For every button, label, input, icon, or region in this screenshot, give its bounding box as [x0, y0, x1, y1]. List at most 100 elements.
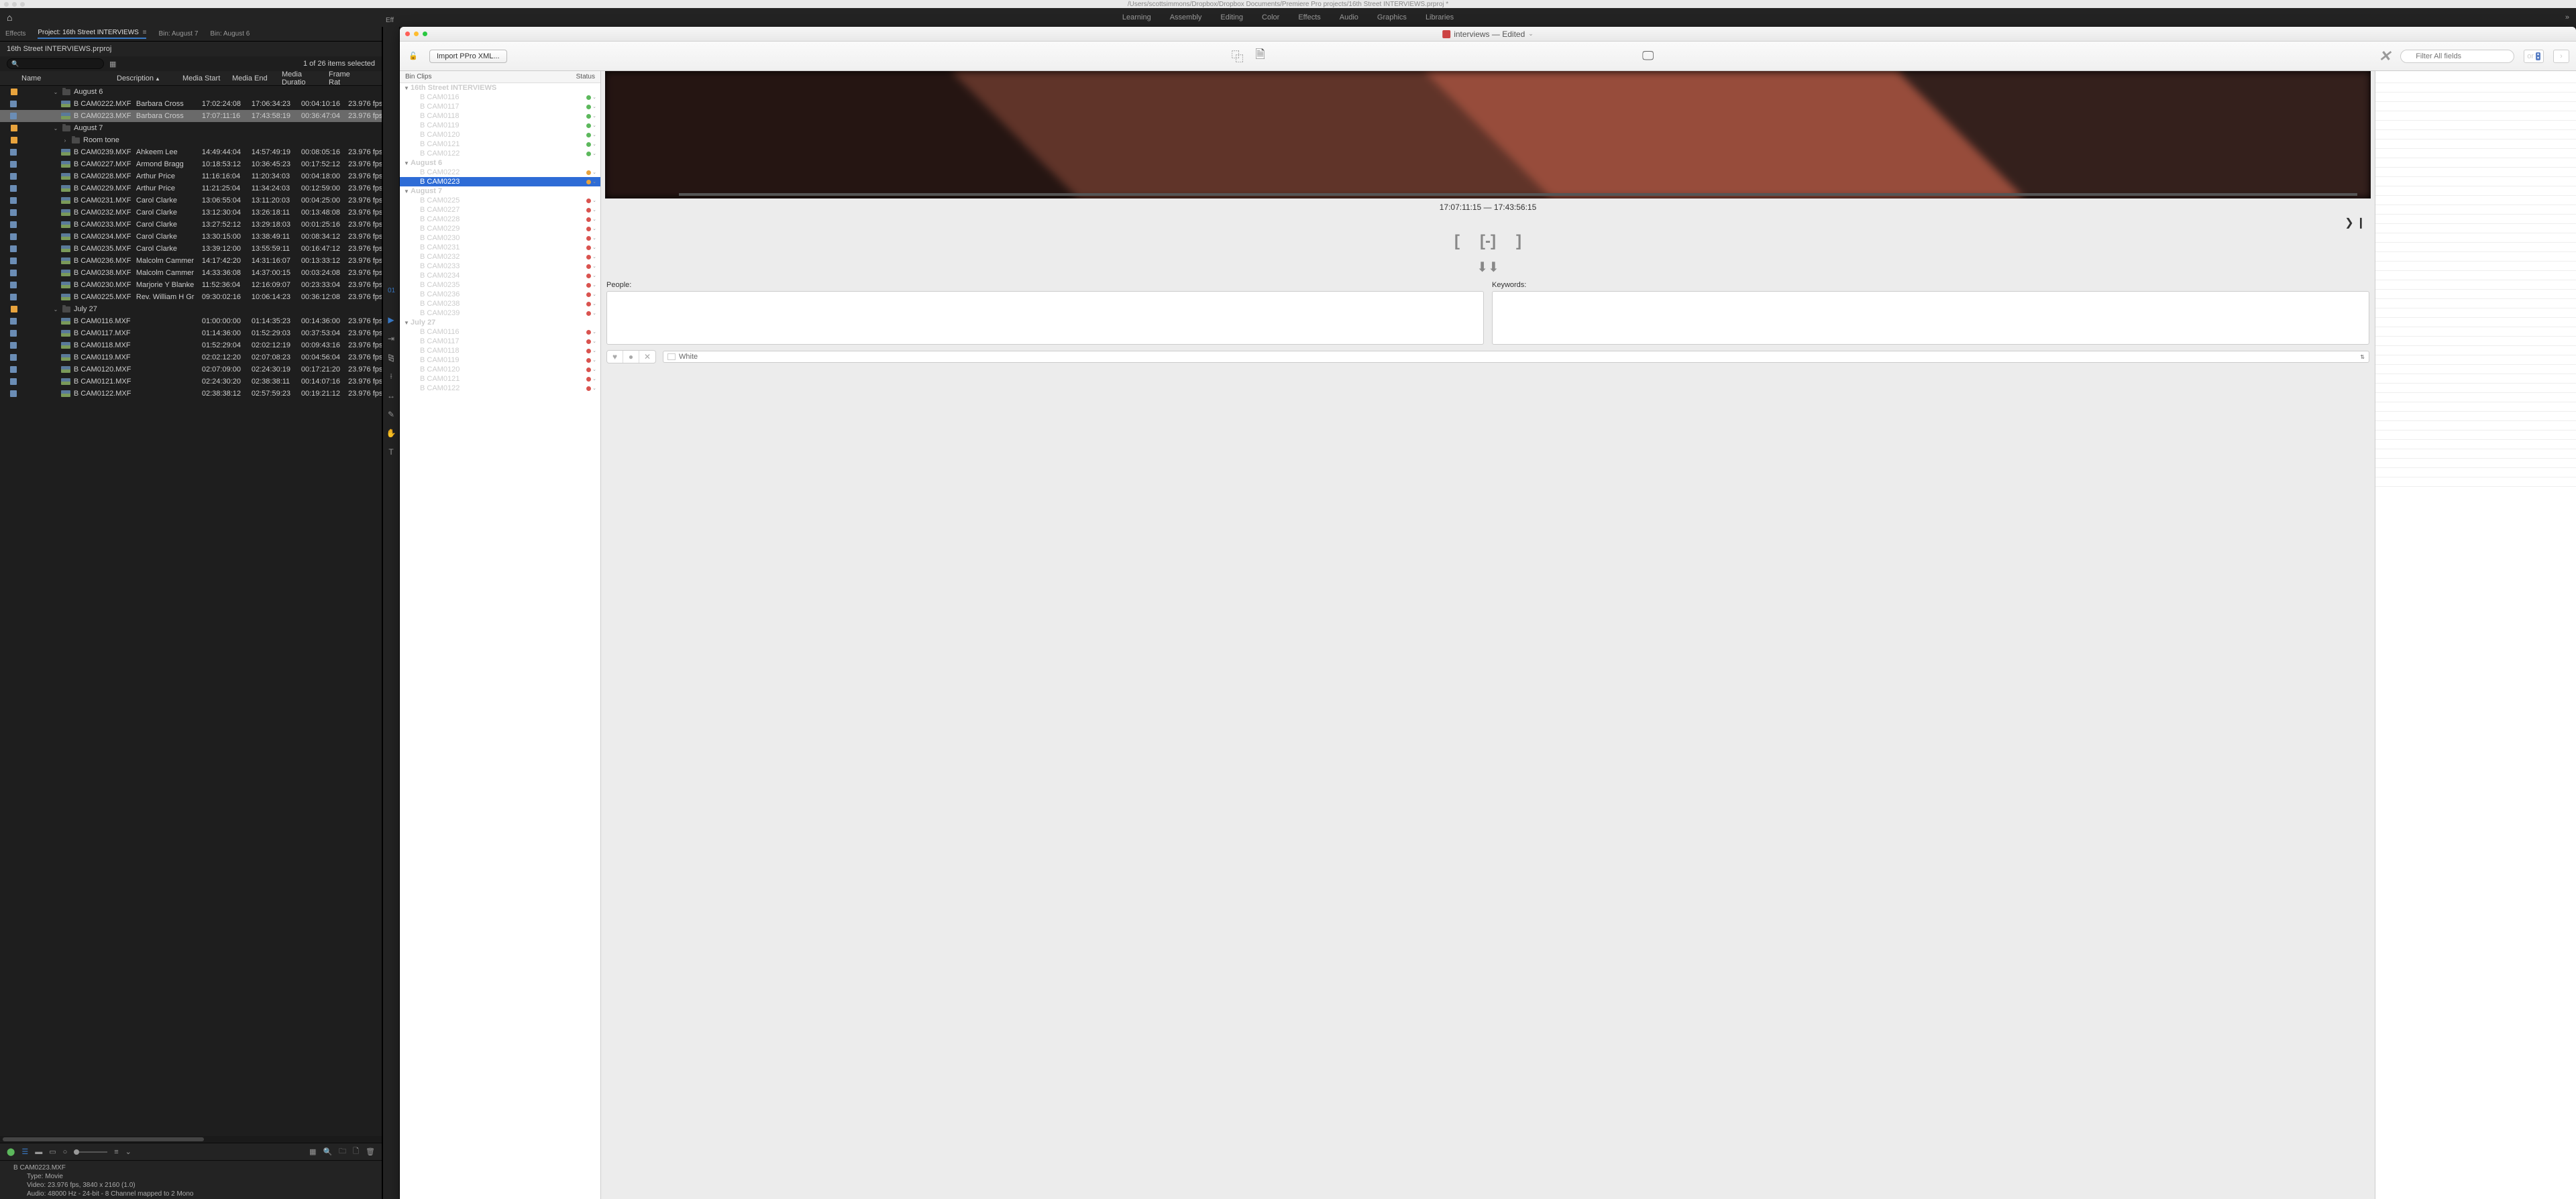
tree-clip[interactable]: B CAM0229⌄ [400, 224, 600, 233]
clip-row[interactable]: B CAM0235.MXF Carol Clarke 13:39:12:00 1… [0, 243, 382, 255]
note-line[interactable] [2375, 318, 2576, 327]
note-line[interactable] [2375, 271, 2576, 280]
tree-clip[interactable]: B CAM0118⌄ [400, 111, 600, 121]
clip-row[interactable]: B CAM0118.MXF 01:52:29:04 02:02:12:19 00… [0, 339, 382, 351]
note-line[interactable] [2375, 384, 2576, 393]
track-select-tool-icon[interactable]: ⇥ [388, 334, 394, 343]
tree-clip[interactable]: B CAM0116⌄ [400, 93, 600, 102]
note-line[interactable] [2375, 299, 2576, 308]
filter-input[interactable] [2400, 50, 2514, 63]
note-line[interactable] [2375, 374, 2576, 384]
new-item-icon[interactable]: 🗋 [353, 1145, 359, 1158]
tree-clip[interactable]: B CAM0238⌄ [400, 299, 600, 308]
note-line[interactable] [2375, 83, 2576, 93]
note-line[interactable] [2375, 158, 2576, 168]
clip-row[interactable]: B CAM0231.MXF Carol Clarke 13:06:55:04 1… [0, 194, 382, 207]
document-icon[interactable]: 🗎 [1252, 48, 1269, 65]
tree-clip[interactable]: B CAM0230⌄ [400, 233, 600, 243]
selection-tool-icon[interactable]: ▶ [388, 315, 394, 325]
tab-bin-aug7[interactable]: Bin: August 7 [158, 30, 198, 38]
list-view-icon[interactable]: ☰ [21, 1147, 28, 1156]
note-line[interactable] [2375, 102, 2576, 111]
tab-menu-icon[interactable]: ≡ [141, 29, 147, 36]
close-icon[interactable] [405, 32, 410, 36]
note-line[interactable] [2375, 431, 2576, 440]
zoom-out-icon[interactable]: ○ [63, 1148, 68, 1156]
clip-row[interactable]: B CAM0233.MXF Carol Clarke 13:27:52:12 1… [0, 219, 382, 231]
home-icon[interactable]: ⌂ [7, 12, 12, 23]
note-line[interactable] [2375, 337, 2576, 346]
clip-row[interactable]: B CAM0225.MXF Rev. William H Gr 09:30:02… [0, 291, 382, 303]
note-line[interactable] [2375, 215, 2576, 224]
import-xml-button[interactable]: Import PPro XML... [429, 50, 507, 63]
note-line[interactable] [2375, 365, 2576, 374]
notes-panel[interactable] [2375, 71, 2576, 1199]
tree-clip[interactable]: B CAM0222⌄ [400, 168, 600, 177]
note-line[interactable] [2375, 186, 2576, 196]
clip-row[interactable]: B CAM0232.MXF Carol Clarke 13:12:30:04 1… [0, 207, 382, 219]
scrub-bar[interactable] [679, 193, 2357, 196]
tree-clip[interactable]: B CAM0233⌄ [400, 262, 600, 271]
folder-row[interactable]: ⌄August 6 [0, 86, 382, 98]
col-media-end[interactable]: Media End [228, 74, 278, 82]
clip-row[interactable]: B CAM0122.MXF 02:38:38:12 02:57:59:23 00… [0, 388, 382, 400]
freeform-view-icon[interactable]: ▭ [49, 1147, 56, 1156]
trash-icon[interactable]: 🗑 [366, 1147, 375, 1156]
close-icon[interactable] [4, 2, 9, 7]
clip-row[interactable]: B CAM0239.MXF Ahkeem Lee 14:49:44:04 14:… [0, 146, 382, 158]
clip-row[interactable]: B CAM0120.MXF 02:07:09:00 02:24:30:19 00… [0, 363, 382, 376]
color-label-select[interactable]: White ⇅ [663, 351, 2369, 363]
tree-clip[interactable]: B CAM0121⌄ [400, 139, 600, 149]
tree-clip[interactable]: B CAM0119⌄ [400, 355, 600, 365]
note-line[interactable] [2375, 111, 2576, 121]
clip-row[interactable]: B CAM0227.MXF Armond Bragg 10:18:53:12 1… [0, 158, 382, 170]
tab-project[interactable]: Project: 16th Street INTERVIEWS ≡ [38, 29, 146, 39]
tree-clip[interactable]: B CAM0234⌄ [400, 271, 600, 280]
note-line[interactable] [2375, 168, 2576, 177]
workspace-assembly[interactable]: Assembly [1170, 13, 1202, 21]
find-icon[interactable]: 🔍 [323, 1147, 332, 1156]
pen-tool-icon[interactable]: ✎ [388, 410, 394, 419]
clip-row[interactable]: B CAM0234.MXF Carol Clarke 13:30:15:00 1… [0, 231, 382, 243]
clip-row[interactable]: B CAM0117.MXF 01:14:36:00 01:52:29:03 00… [0, 327, 382, 339]
tree-clip[interactable]: B CAM0232⌄ [400, 252, 600, 262]
filter-mode-selector[interactable]: or ▴▾ [2524, 50, 2544, 63]
clip-row[interactable]: B CAM0222.MXF Barbara Cross 17:02:24:08 … [0, 98, 382, 110]
tree-clip[interactable]: B CAM0120⌄ [400, 130, 600, 139]
note-line[interactable] [2375, 121, 2576, 130]
keywords-input[interactable] [1492, 291, 2369, 345]
people-input[interactable] [606, 291, 1484, 345]
note-line[interactable] [2375, 412, 2576, 421]
workspace-editing[interactable]: Editing [1220, 13, 1243, 21]
tree-clip[interactable]: B CAM0120⌄ [400, 365, 600, 374]
note-line[interactable] [2375, 205, 2576, 215]
tree-clip[interactable]: B CAM0231⌄ [400, 243, 600, 252]
note-line[interactable] [2375, 233, 2576, 243]
mark-out-icon[interactable]: ] [1516, 232, 1521, 251]
workspace-effects[interactable]: Effects [1298, 13, 1320, 21]
zoom-slider[interactable] [74, 1151, 107, 1153]
ripple-tool-icon[interactable]: ⧎ [388, 353, 394, 362]
sort-menu-icon[interactable]: ⌄ [125, 1147, 131, 1156]
folder-row[interactable]: ⌄August 7 [0, 122, 382, 134]
note-line[interactable] [2375, 355, 2576, 365]
note-line[interactable] [2375, 224, 2576, 233]
folder-row[interactable]: ⌄July 27 [0, 303, 382, 315]
workspace-learning[interactable]: Learning [1122, 13, 1151, 21]
type-tool-icon[interactable]: T [388, 447, 393, 457]
note-line[interactable] [2375, 477, 2576, 487]
note-line[interactable] [2375, 93, 2576, 102]
note-line[interactable] [2375, 149, 2576, 158]
tree-clip[interactable]: B CAM0122⌄ [400, 149, 600, 158]
note-line[interactable] [2375, 177, 2576, 186]
x-icon[interactable]: ✕ [2379, 48, 2391, 65]
note-line[interactable] [2375, 421, 2576, 431]
workspace-audio[interactable]: Audio [1340, 13, 1358, 21]
tree-folder[interactable]: ▼July 27 [400, 318, 600, 327]
clip-row[interactable]: B CAM0228.MXF Arthur Price 11:16:16:04 1… [0, 170, 382, 182]
note-line[interactable] [2375, 346, 2576, 355]
horizontal-scrollbar[interactable] [0, 1136, 382, 1143]
note-line[interactable] [2375, 440, 2576, 449]
neutral-button[interactable]: ● [623, 351, 639, 363]
clip-row[interactable]: B CAM0230.MXF Marjorie Y Blanke 11:52:36… [0, 279, 382, 291]
